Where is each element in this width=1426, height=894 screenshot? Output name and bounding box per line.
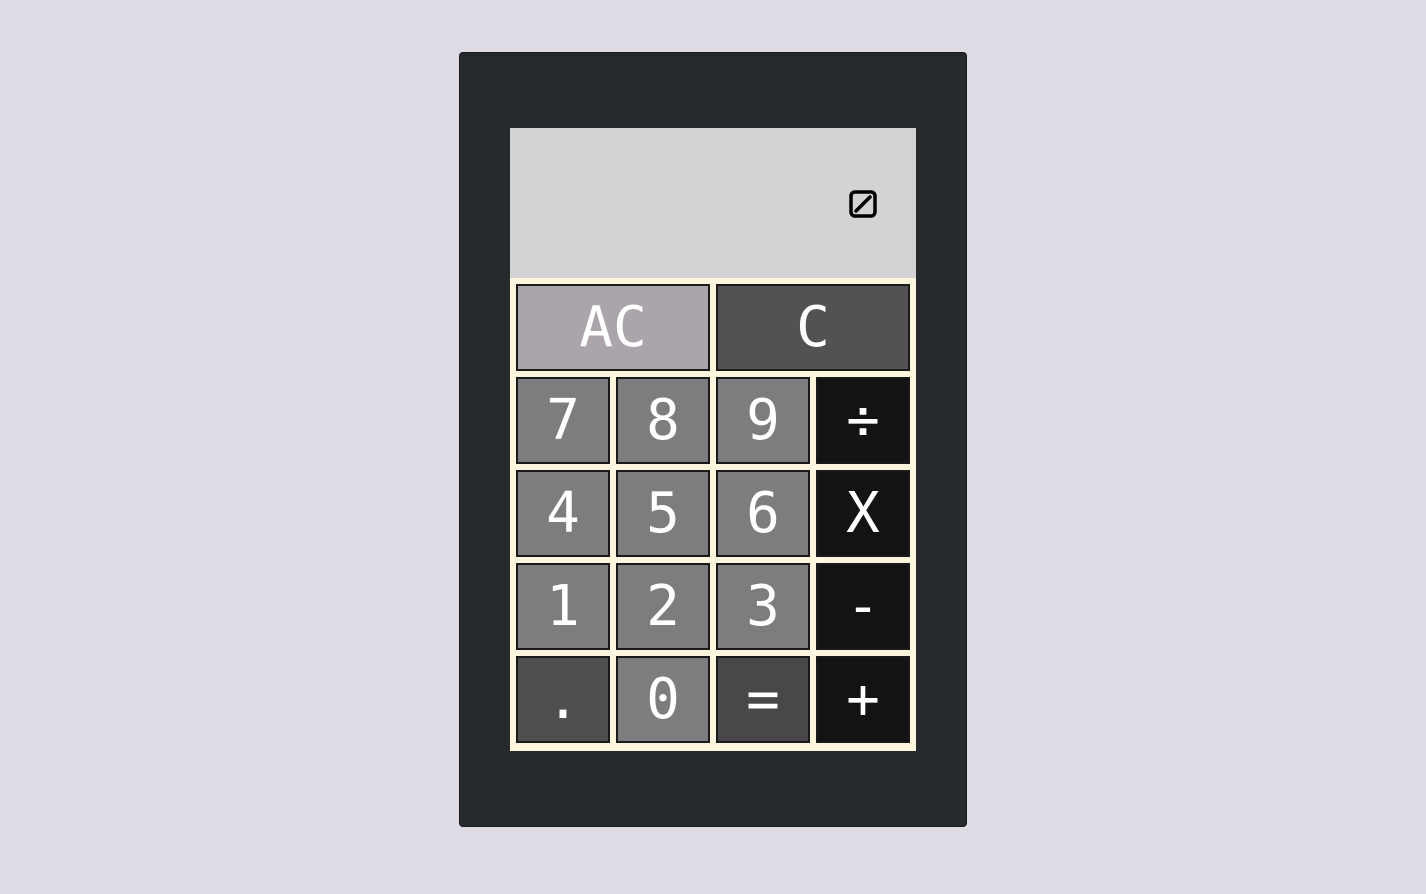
key-8-label: 8 bbox=[646, 388, 680, 453]
key-9-label: 9 bbox=[746, 388, 780, 453]
subtract-button[interactable]: - bbox=[816, 563, 910, 650]
key-7-button[interactable]: 7 bbox=[516, 377, 610, 464]
multiply-button[interactable]: X bbox=[816, 470, 910, 557]
calculator-body: AC C 7 8 9 ÷ 4 5 6 X 1 2 3 - . 0 = + bbox=[459, 52, 967, 827]
all-clear-label: AC bbox=[579, 295, 647, 360]
add-button[interactable]: + bbox=[816, 656, 910, 743]
clear-label: C bbox=[796, 295, 830, 360]
key-0-label: 0 bbox=[646, 667, 680, 732]
divide-button[interactable]: ÷ bbox=[816, 377, 910, 464]
key-4-label: 4 bbox=[546, 481, 580, 546]
key-8-button[interactable]: 8 bbox=[616, 377, 710, 464]
key-1-label: 1 bbox=[546, 574, 580, 639]
decimal-point-button[interactable]: . bbox=[516, 656, 610, 743]
key-7-label: 7 bbox=[546, 388, 580, 453]
multiply-label: X bbox=[846, 481, 880, 546]
key-9-button[interactable]: 9 bbox=[716, 377, 810, 464]
divide-label: ÷ bbox=[846, 388, 880, 453]
key-2-button[interactable]: 2 bbox=[616, 563, 710, 650]
add-label: + bbox=[846, 667, 880, 732]
decimal-point-label: . bbox=[546, 667, 580, 732]
key-0-button[interactable]: 0 bbox=[616, 656, 710, 743]
empty-set-icon bbox=[849, 190, 877, 218]
key-6-label: 6 bbox=[746, 481, 780, 546]
key-3-label: 3 bbox=[746, 574, 780, 639]
keypad: AC C 7 8 9 ÷ 4 5 6 X 1 2 3 - . 0 = + bbox=[510, 278, 916, 751]
key-3-button[interactable]: 3 bbox=[716, 563, 810, 650]
equals-button[interactable]: = bbox=[716, 656, 810, 743]
key-6-button[interactable]: 6 bbox=[716, 470, 810, 557]
key-1-button[interactable]: 1 bbox=[516, 563, 610, 650]
subtract-label: - bbox=[846, 574, 880, 639]
equals-label: = bbox=[746, 667, 780, 732]
clear-button[interactable]: C bbox=[716, 284, 910, 371]
key-5-label: 5 bbox=[646, 481, 680, 546]
key-5-button[interactable]: 5 bbox=[616, 470, 710, 557]
key-2-label: 2 bbox=[646, 574, 680, 639]
calculator-display bbox=[510, 128, 916, 278]
key-4-button[interactable]: 4 bbox=[516, 470, 610, 557]
all-clear-button[interactable]: AC bbox=[516, 284, 710, 371]
